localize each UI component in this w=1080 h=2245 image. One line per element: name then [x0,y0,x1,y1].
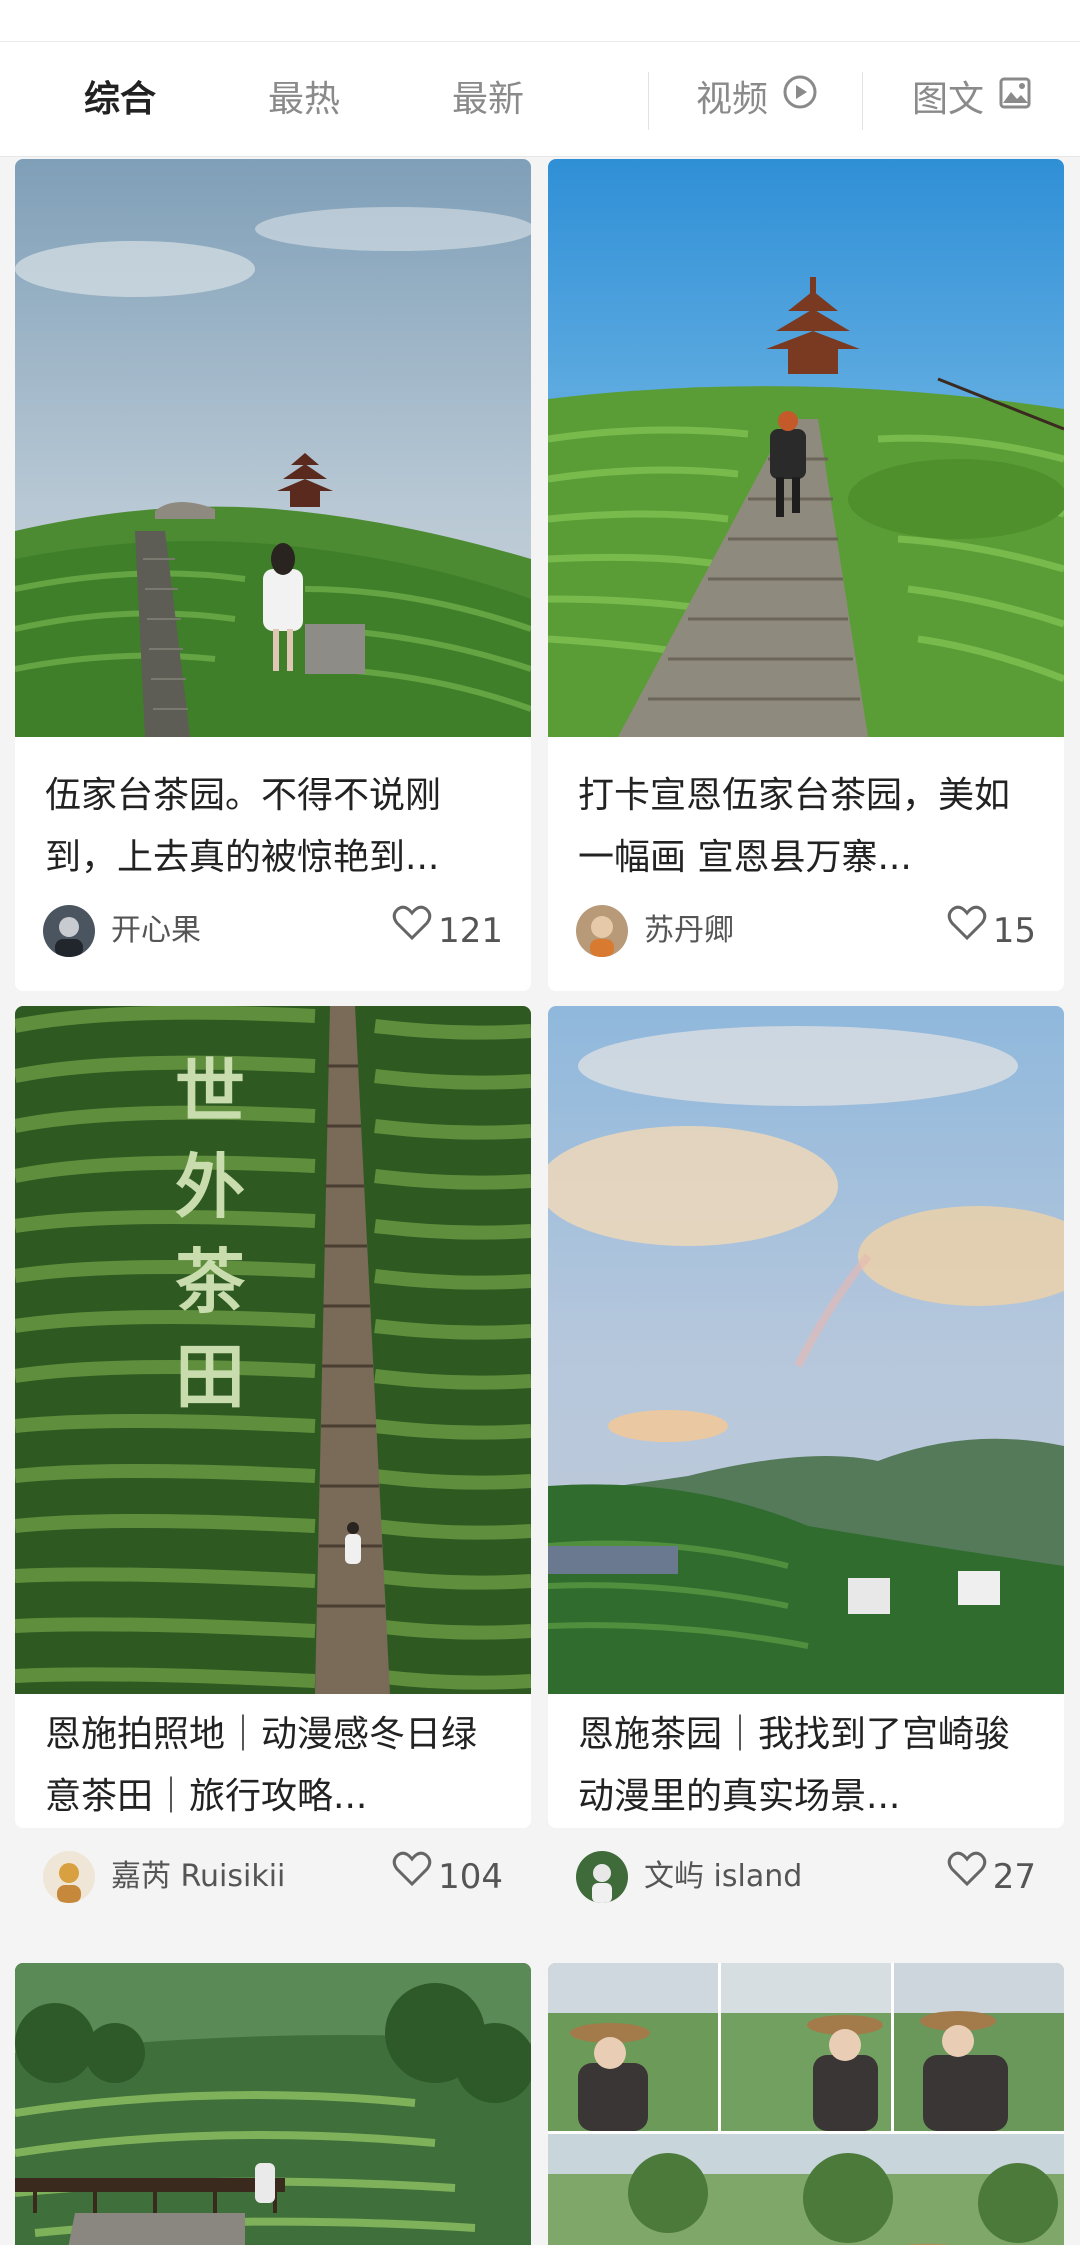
tab-video-label: 视频 [696,79,769,120]
note-meta: 开心果 121 [43,903,503,959]
tab-image-text-label: 图文 [912,79,985,120]
play-circle-icon [782,41,818,156]
author-name[interactable]: 开心果 [111,903,201,959]
note-title[interactable]: 恩施拍照地｜动漫感冬日绿意茶田｜旅行攻略... [45,1704,505,1828]
heart-icon [947,902,987,958]
note-card[interactable]: 世 外 茶 田 恩施拍照地｜动漫感冬日绿意茶田｜旅行攻略... [15,1006,531,1828]
note-cover-image[interactable]: 世 外 茶 田 [15,1006,531,1694]
like-count-value: 27 [992,1857,1036,1897]
like-count[interactable]: 121 [392,903,503,959]
note-card[interactable]: 伍家台茶园。不得不说刚到，上去真的被惊艳到... 开心果 121 [15,159,531,991]
like-count-value: 104 [438,1857,503,1897]
author-name[interactable]: 苏丹卿 [644,903,734,959]
tab-image-text[interactable]: 图文 [912,42,1032,157]
note-card[interactable] [15,1963,531,2245]
heart-icon [947,1848,987,1904]
avatar[interactable] [576,1851,628,1903]
like-count[interactable]: 104 [392,1849,503,1905]
tab-zuire[interactable]: 最热 [268,42,340,157]
heart-icon [392,902,432,958]
avatar[interactable] [576,905,628,957]
note-title[interactable]: 打卡宣恩伍家台茶园，美如一幅画 宣恩县万寨... [578,765,1038,889]
note-cover-image[interactable] [548,1006,1064,1694]
tab-video[interactable]: 视频 [696,42,818,157]
tab-divider [648,72,649,130]
note-cover-image[interactable] [15,1963,531,2245]
overlay-char: 田 [175,1335,245,1418]
note-card[interactable]: 打卡宣恩伍家台茶园，美如一幅画 宣恩县万寨... 苏丹卿 15 [548,159,1064,991]
note-cover-image[interactable] [548,159,1064,737]
tab-zonghe[interactable]: 综合 [84,42,156,157]
note-card[interactable] [548,1963,1064,2245]
note-title[interactable]: 伍家台茶园。不得不说刚到，上去真的被惊艳到... [45,765,505,889]
author-name[interactable]: 文屿 island [644,1849,802,1905]
overlay-char: 世 [175,1050,245,1133]
avatar[interactable] [43,1851,95,1903]
note-card[interactable]: 恩施茶园｜我找到了宫崎骏动漫里的真实场景... [548,1006,1064,1828]
like-count-value: 15 [992,911,1036,951]
image-icon [998,41,1032,156]
status-bar-area [0,0,1080,42]
note-meta: 苏丹卿 15 [576,903,1036,959]
avatar[interactable] [43,905,95,957]
heart-icon [392,1848,432,1904]
like-count[interactable]: 15 [947,903,1036,959]
filter-tab-bar: 综合 最热 最新 视频 图文 [0,42,1080,157]
note-cover-image[interactable] [15,159,531,737]
tab-zuixin[interactable]: 最新 [452,42,524,157]
author-name[interactable]: 嘉芮 Ruisikii [111,1849,285,1905]
overlay-char: 外 [175,1145,245,1228]
note-title[interactable]: 恩施茶园｜我找到了宫崎骏动漫里的真实场景... [578,1704,1038,1828]
note-cover-image[interactable] [548,1963,1064,2245]
overlay-char: 茶 [175,1240,246,1323]
like-count-value: 121 [438,911,503,951]
tab-divider [862,72,863,130]
note-feed[interactable]: 伍家台茶园。不得不说刚到，上去真的被惊艳到... 开心果 121 打卡宣恩伍家台… [0,157,1080,2245]
note-meta: 嘉芮 Ruisikii 104 [43,1849,503,1905]
like-count[interactable]: 27 [947,1849,1036,1905]
note-meta: 文屿 island 27 [576,1849,1036,1905]
